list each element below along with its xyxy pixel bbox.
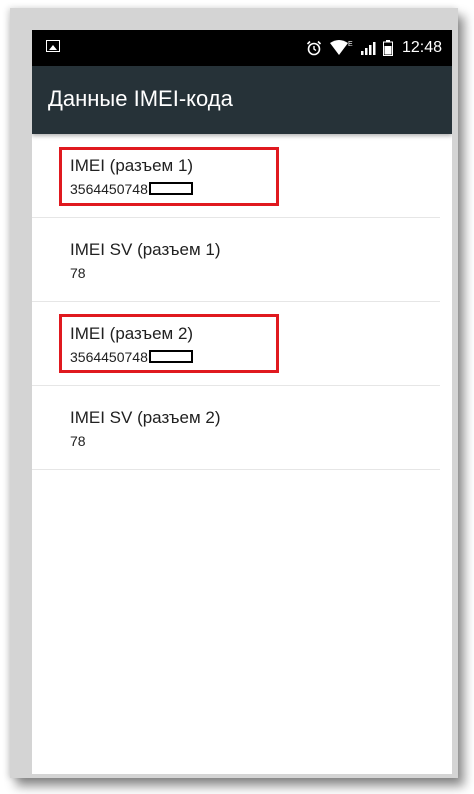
item-value: 78	[70, 265, 86, 281]
phone-screen: E 12:48 Данные IMEI-кода IMEI (разъем 1)…	[32, 30, 452, 774]
item-title: IMEI SV (разъем 2)	[70, 408, 221, 427]
status-icons: E 12:48	[306, 30, 442, 66]
list-item-imei-sv-slot-2[interactable]: IMEI SV (разъем 2) 78	[32, 386, 440, 470]
alarm-icon	[306, 40, 322, 56]
page-title: Данные IMEI-кода	[48, 86, 233, 111]
highlight-box-imei-2	[59, 314, 279, 373]
screenshot-frame: E 12:48 Данные IMEI-кода IMEI (разъем 1)…	[10, 8, 458, 778]
wifi-icon: E	[329, 40, 353, 56]
list-item-imei-sv-slot-1[interactable]: IMEI SV (разъем 1) 78	[32, 218, 440, 302]
battery-icon	[382, 40, 393, 56]
status-bar: E 12:48	[32, 30, 452, 66]
image-icon	[46, 40, 60, 52]
highlight-box-imei-1	[59, 147, 279, 206]
status-time: 12:48	[401, 39, 442, 56]
svg-text:E: E	[348, 41, 353, 48]
item-title: IMEI SV (разъем 1)	[70, 240, 221, 259]
item-value: 78	[70, 433, 86, 449]
signal-icon	[360, 40, 376, 56]
app-bar: Данные IMEI-кода	[32, 66, 452, 134]
